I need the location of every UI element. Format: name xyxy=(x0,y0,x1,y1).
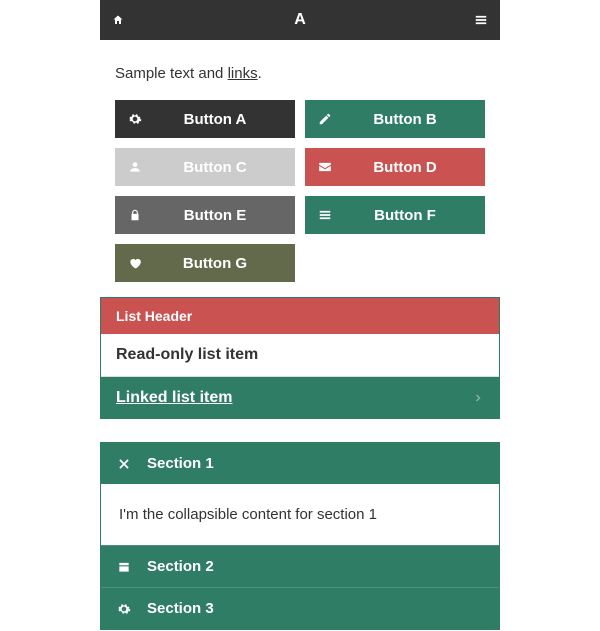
user-icon xyxy=(115,160,155,174)
button-label: Button A xyxy=(155,111,295,128)
close-icon xyxy=(116,457,132,471)
button-label: Button F xyxy=(345,207,485,224)
gear-icon xyxy=(115,112,155,126)
edit-icon xyxy=(305,112,345,126)
intro-post: . xyxy=(258,65,262,82)
calendar-icon xyxy=(116,560,132,574)
app-header: A xyxy=(100,0,500,40)
accordion-content-1: I'm the collapsible content for section … xyxy=(101,484,499,545)
accordion-title: Section 2 xyxy=(147,558,214,575)
accordion-header-3[interactable]: Section 3 xyxy=(101,587,499,629)
list-widget: List Header Read-only list item Linked l… xyxy=(100,297,500,419)
button-d[interactable]: Button D xyxy=(305,148,485,186)
button-a[interactable]: Button A xyxy=(115,100,295,138)
list-item-label: Linked list item xyxy=(116,389,232,407)
button-label: Button C xyxy=(155,159,295,176)
menu-icon[interactable] xyxy=(474,13,488,27)
button-g[interactable]: Button G xyxy=(115,244,295,282)
gear-icon xyxy=(116,602,132,616)
button-c[interactable]: Button C xyxy=(115,148,295,186)
button-grid: Button A Button B Button C Button D Butt… xyxy=(100,92,500,297)
menu-icon xyxy=(305,208,345,222)
lock-icon xyxy=(115,208,155,222)
accordion-header-2[interactable]: Section 2 xyxy=(101,545,499,587)
intro-pre: Sample text and xyxy=(115,65,228,82)
button-b[interactable]: Button B xyxy=(305,100,485,138)
button-label: Button B xyxy=(345,111,485,128)
list-item-linked[interactable]: Linked list item xyxy=(101,377,499,419)
accordion: Section 1 I'm the collapsible content fo… xyxy=(100,442,500,630)
button-e[interactable]: Button E xyxy=(115,196,295,234)
mail-icon xyxy=(305,160,345,174)
chevron-right-icon xyxy=(472,392,484,404)
intro-text: Sample text and links. xyxy=(100,40,500,92)
heart-icon xyxy=(115,256,155,270)
button-label: Button G xyxy=(155,255,295,272)
accordion-title: Section 1 xyxy=(147,455,214,472)
button-label: Button E xyxy=(155,207,295,224)
button-f[interactable]: Button F xyxy=(305,196,485,234)
list-item-readonly: Read-only list item xyxy=(101,334,499,377)
page-title: A xyxy=(100,11,500,29)
intro-link[interactable]: links xyxy=(228,65,258,82)
accordion-title: Section 3 xyxy=(147,600,214,617)
home-icon[interactable] xyxy=(112,14,124,26)
accordion-header-1[interactable]: Section 1 xyxy=(101,443,499,484)
list-header: List Header xyxy=(101,298,499,334)
button-label: Button D xyxy=(345,159,485,176)
